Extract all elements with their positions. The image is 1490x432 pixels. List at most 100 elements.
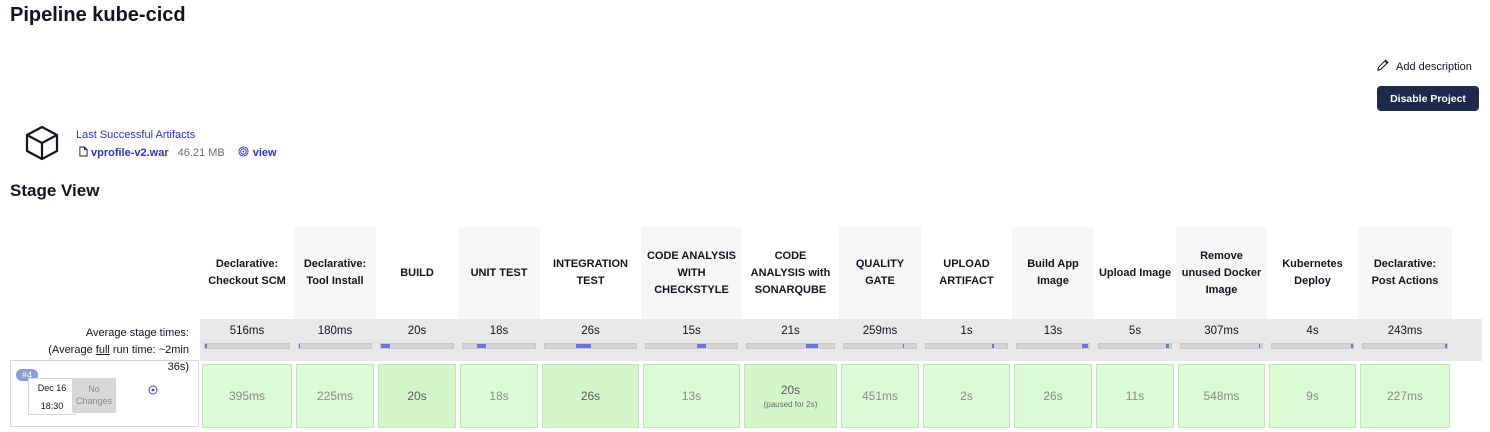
stage-run-time: 20s — [780, 383, 801, 397]
stage-view-title: Stage View — [10, 181, 100, 200]
stage-time-bar-fill — [205, 344, 207, 348]
stage-run-cell[interactable]: 225ms — [296, 364, 374, 428]
stage-header: BUILD — [400, 266, 434, 279]
average-time: 4s — [1306, 325, 1319, 337]
stage-time-bar — [462, 343, 536, 349]
artifact-file-link[interactable]: vprofile-v2.war — [79, 146, 169, 160]
average-time: 1s — [960, 325, 973, 337]
average-time: 26s — [581, 325, 600, 337]
stage-header-row: Declarative: Checkout SCM Declarative: To… — [200, 227, 1482, 319]
average-time-cell: 180ms — [294, 319, 376, 361]
average-time: 21s — [781, 325, 800, 337]
stage-header: UNIT TEST — [458, 227, 540, 319]
stage-header: Remove unused Docker Image — [1176, 227, 1267, 319]
average-time: 15s — [682, 325, 701, 337]
stage-time-bar — [645, 343, 738, 349]
stage-run-time: 26s — [580, 389, 601, 403]
stage-run-time: 227ms — [1386, 389, 1424, 403]
stage-run-time: 548ms — [1203, 389, 1240, 403]
stage-header: INTEGRATION TEST — [553, 258, 628, 287]
build-date-time: 18:30 — [40, 401, 64, 411]
stage-run-time: 225ms — [316, 389, 354, 403]
average-time: 259ms — [862, 325, 898, 337]
add-description-label: Add description — [1396, 60, 1472, 73]
average-time: 13s — [1043, 325, 1063, 337]
stage-run-time: 9s — [1306, 389, 1319, 403]
build-date-day: Dec 16 — [37, 383, 67, 393]
stage-time-bar — [746, 343, 835, 349]
stage-time-bar-fill — [992, 344, 995, 348]
stage-time-bar — [1098, 343, 1172, 349]
stage-time-bar — [1362, 343, 1448, 349]
stage-run-cell[interactable]: 18s — [460, 364, 538, 428]
stage-time-bar — [1271, 343, 1354, 349]
average-time: 18s — [489, 325, 509, 337]
stage-run-cell[interactable]: 2s — [923, 364, 1010, 428]
stage-run-cell[interactable]: 395ms — [202, 364, 292, 428]
fingerprint-view-link[interactable]: view — [238, 146, 277, 160]
stage-header: UPLOAD ARTIFACT — [939, 258, 994, 287]
paused-note: (paused for 2s) — [763, 400, 818, 409]
stage-header: Upload Image — [1098, 266, 1172, 279]
artifact-file-name: vprofile-v2.war — [91, 147, 169, 159]
average-time: 20s — [407, 325, 427, 337]
stage-time-bar-fill — [381, 344, 391, 348]
info-icon[interactable] — [148, 382, 158, 395]
stage-time-bar — [544, 343, 637, 349]
stage-time-bar-fill — [696, 344, 707, 348]
stage-run-cell[interactable]: 11s — [1096, 364, 1174, 428]
average-time: 180ms — [317, 325, 353, 337]
stage-time-bar — [380, 343, 454, 349]
full-run-link[interactable]: full — [96, 344, 110, 356]
stage-header: CODE ANALYSIS WITH CHECKSTYLE — [641, 227, 742, 319]
stage-header: Kubernetes Deploy — [1282, 258, 1343, 287]
stage-time-bar-fill — [1165, 344, 1169, 348]
stage-time-bar-fill — [1350, 344, 1353, 348]
average-time-cell: 13s — [1012, 319, 1094, 361]
add-description-link[interactable]: Add description — [1376, 58, 1472, 75]
stage-run-cell[interactable]: 20s — [378, 364, 456, 428]
average-time-cell: 259ms — [839, 319, 921, 361]
stage-run-cell[interactable]: 227ms — [1360, 364, 1450, 428]
stage-run-cell[interactable]: 26s — [542, 364, 639, 428]
stage-time-bar — [298, 343, 372, 349]
artifacts-title-link[interactable]: Last Successful Artifacts — [76, 129, 195, 141]
stage-time-bar-fill — [1081, 344, 1089, 348]
stage-run-cell[interactable]: 9s — [1269, 364, 1356, 428]
artifact-row: vprofile-v2.war 46.21 MB view — [79, 146, 277, 160]
build-row-header[interactable]: #4 Dec 16 18:30 No Changes — [10, 360, 199, 427]
stage-view-table: Declarative: Checkout SCM Declarative: To… — [200, 227, 1482, 432]
view-label: view — [252, 147, 277, 159]
package-icon — [24, 124, 60, 162]
average-time: 307ms — [1204, 325, 1239, 337]
stage-run-time: 18s — [489, 389, 509, 403]
average-time-cell: 1s — [921, 319, 1012, 361]
stage-header: Declarative: Tool Install — [294, 227, 376, 319]
avg-label-suffix: run time: ~2min — [109, 344, 189, 356]
stage-header: CODE ANALYSIS with SONARQUBE — [750, 249, 831, 296]
stage-header: QUALITY GATE — [839, 227, 921, 319]
fingerprint-icon — [238, 146, 249, 160]
stage-run-cell[interactable]: 20s (paused for 2s) — [744, 364, 837, 428]
stage-run-cell[interactable]: 451ms — [841, 364, 919, 428]
stage-run-time: 451ms — [861, 389, 899, 403]
build-4-stage-row: 395ms 225ms 20s 18s 26s 13s 20s (paused for 2s)… — [200, 361, 1482, 432]
stage-time-bar-fill — [1258, 344, 1261, 348]
average-time-cell: 15s — [641, 319, 742, 361]
stage-run-cell[interactable]: 13s — [643, 364, 740, 428]
avg-label-line2: (Average full run time: ~2min — [10, 342, 189, 359]
stage-time-bar — [1016, 343, 1090, 349]
file-icon — [79, 146, 88, 160]
avg-label-line1: Average stage times: — [85, 327, 189, 339]
disable-project-button[interactable]: Disable Project — [1377, 86, 1479, 111]
average-time-cell: 26s — [540, 319, 641, 361]
average-time-cell: 5s — [1094, 319, 1176, 361]
stage-time-bar — [204, 343, 290, 349]
artifact-file-size: 46.21 MB — [177, 147, 225, 159]
stage-time-bar-fill — [477, 344, 487, 348]
stage-run-cell[interactable]: 26s — [1014, 364, 1092, 428]
stage-run-cell[interactable]: 548ms — [1178, 364, 1265, 428]
stage-time-bar-fill — [806, 344, 819, 348]
average-time-cell: 516ms — [200, 319, 294, 361]
average-times-row: 516ms 180ms 20s 18s 26s 15s 21s 259ms 1s 13s 5s 307… — [200, 319, 1482, 361]
